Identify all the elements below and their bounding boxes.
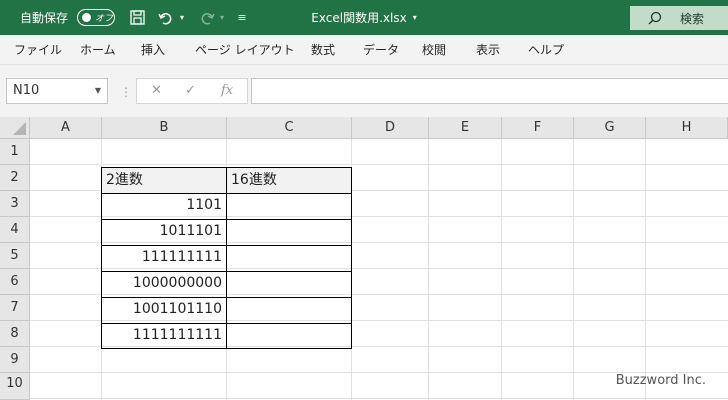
tab-formulas[interactable]: 数式 bbox=[311, 35, 335, 65]
column-header-c[interactable]: C bbox=[227, 117, 352, 139]
row-header-1[interactable]: 1 bbox=[0, 139, 30, 165]
tab-file[interactable]: ファイル bbox=[14, 35, 62, 65]
row-header-8[interactable]: 8 bbox=[0, 321, 30, 347]
column-header-b[interactable]: B bbox=[102, 117, 227, 139]
undo-dropdown-icon[interactable]: ▾ bbox=[176, 0, 188, 35]
search-label: 検索 bbox=[680, 11, 705, 26]
table-divider bbox=[226, 167, 227, 349]
row-header-9[interactable]: 9 bbox=[0, 347, 30, 373]
redo-dropdown-icon[interactable]: ▾ bbox=[216, 0, 228, 35]
save-icon[interactable] bbox=[126, 0, 148, 35]
column-header-d[interactable]: D bbox=[352, 117, 429, 139]
row-header-2[interactable]: 2 bbox=[0, 165, 30, 191]
file-title-dropdown-icon[interactable]: ▾ bbox=[413, 13, 417, 22]
formula-bar: N10 ▼ ⋮ ✕ ✓ fx bbox=[0, 65, 728, 117]
tab-insert[interactable]: 挿入 bbox=[141, 35, 165, 65]
row-header-5[interactable]: 5 bbox=[0, 243, 30, 269]
row-header-7[interactable]: 7 bbox=[0, 295, 30, 321]
cancel-icon[interactable]: ✕ bbox=[151, 83, 162, 98]
column-header-g[interactable]: G bbox=[574, 117, 646, 139]
file-title[interactable]: Excel関数用.xlsx bbox=[311, 9, 406, 26]
search-icon bbox=[648, 11, 662, 25]
row-header-6[interactable]: 6 bbox=[0, 269, 30, 295]
row-header-10[interactable]: 10 bbox=[0, 373, 30, 400]
formula-buttons: ✕ ✓ fx bbox=[136, 78, 248, 104]
tab-home[interactable]: ホーム bbox=[80, 35, 116, 65]
row-header-4[interactable]: 4 bbox=[0, 217, 30, 243]
watermark: Buzzword Inc. bbox=[615, 373, 706, 388]
undo-icon[interactable] bbox=[155, 0, 177, 35]
formula-input[interactable] bbox=[251, 78, 728, 104]
column-header-a[interactable]: A bbox=[30, 117, 102, 139]
title-bar: 自動保存 オフ ▾ ▾ ≡ Excel関数用.xlsx ▾ 検索 bbox=[0, 0, 728, 35]
tab-help[interactable]: ヘルプ bbox=[528, 35, 564, 65]
column-header-f[interactable]: F bbox=[502, 117, 574, 139]
enter-icon[interactable]: ✓ bbox=[185, 83, 196, 98]
name-box-value: N10 bbox=[13, 83, 40, 98]
column-header-h[interactable]: H bbox=[646, 117, 728, 139]
tab-data[interactable]: データ bbox=[363, 35, 399, 65]
name-box-dropdown-icon[interactable]: ▼ bbox=[95, 79, 101, 103]
tab-review[interactable]: 校閲 bbox=[422, 35, 446, 65]
tab-view[interactable]: 表示 bbox=[476, 35, 500, 65]
formula-bar-grip-icon: ⋮ bbox=[120, 85, 132, 99]
autosave-label: 自動保存 bbox=[20, 11, 69, 25]
column-header-e[interactable]: E bbox=[429, 117, 502, 139]
redo-icon[interactable] bbox=[196, 0, 218, 35]
search-box[interactable]: 検索 bbox=[630, 6, 728, 30]
name-box[interactable]: N10 ▼ bbox=[6, 78, 108, 104]
autosave-state: オフ bbox=[95, 14, 114, 24]
customize-toolbar-icon[interactable]: ≡ bbox=[234, 0, 250, 35]
autosave-toggle[interactable]: オフ bbox=[77, 9, 115, 26]
insert-function-icon[interactable]: fx bbox=[221, 83, 233, 98]
row-header-3[interactable]: 3 bbox=[0, 191, 30, 217]
tab-page-layout[interactable]: ページ レイアウト bbox=[195, 35, 295, 65]
toggle-knob bbox=[82, 13, 91, 22]
select-all-button[interactable] bbox=[0, 117, 30, 139]
ribbon-tabs: ファイル ホーム 挿入 ページ レイアウト 数式 データ 校閲 表示 ヘルプ bbox=[0, 35, 728, 65]
